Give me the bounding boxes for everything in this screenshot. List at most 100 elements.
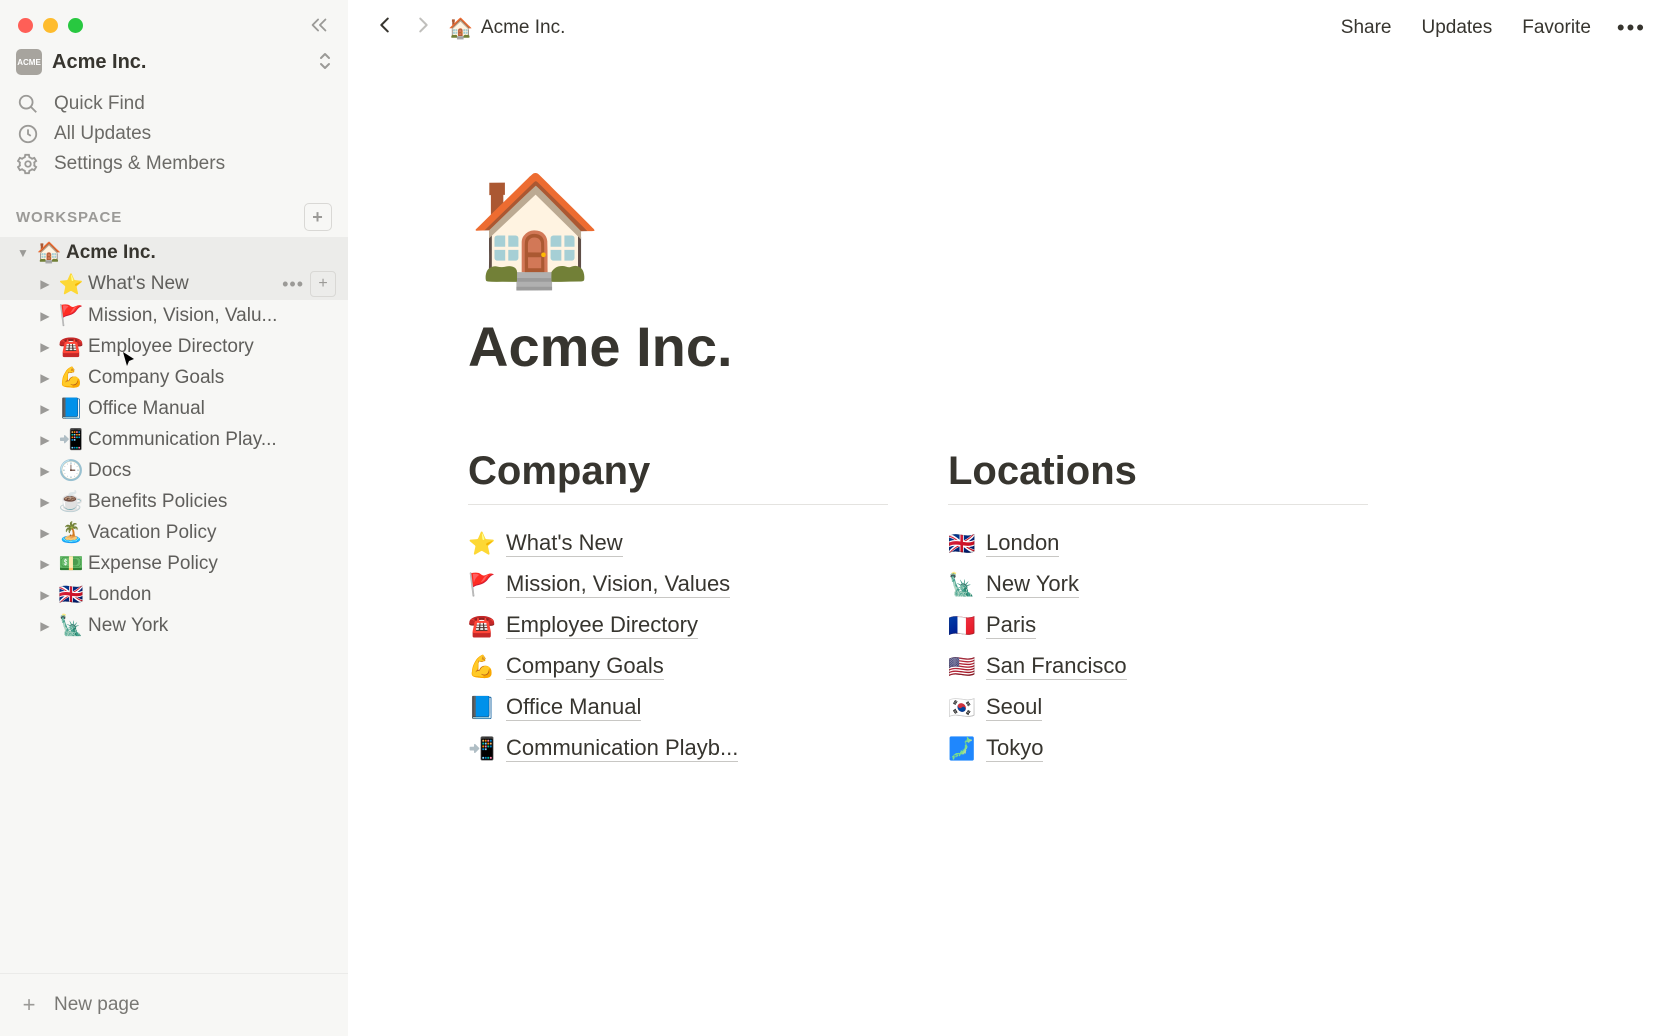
page-emoji-icon: 🇬🇧 bbox=[58, 582, 84, 607]
caret-right-icon[interactable]: ▶ bbox=[36, 588, 54, 602]
sidebar: ACME Acme Inc. Quick Find All Updates Se… bbox=[0, 0, 348, 1036]
caret-right-icon[interactable]: ▶ bbox=[36, 277, 54, 291]
sidebar-item[interactable]: ▶📲Communication Play... bbox=[0, 424, 348, 455]
page-emoji-icon: 📘 bbox=[58, 396, 84, 421]
updates-button[interactable]: Updates bbox=[1411, 13, 1502, 43]
link-emoji-icon: 🚩 bbox=[468, 572, 496, 598]
settings-members-button[interactable]: Settings & Members bbox=[0, 149, 348, 179]
page-emoji-icon: 💵 bbox=[58, 551, 84, 576]
sidebar-item-label: Docs bbox=[88, 460, 336, 482]
link-emoji-icon: 🇬🇧 bbox=[948, 531, 976, 557]
caret-right-icon[interactable]: ▶ bbox=[36, 526, 54, 540]
company-link[interactable]: 📲 Communication Playb... bbox=[468, 728, 888, 769]
row-more-button[interactable]: ••• bbox=[282, 274, 304, 295]
window-traffic-lights bbox=[0, 0, 348, 43]
location-link[interactable]: 🗽New York bbox=[948, 564, 1368, 605]
location-link[interactable]: 🇫🇷Paris bbox=[948, 605, 1368, 646]
sidebar-item-label: London bbox=[88, 584, 336, 606]
link-emoji-icon: 📲 bbox=[468, 736, 496, 762]
company-link[interactable]: 🚩Mission, Vision, Values bbox=[468, 564, 888, 605]
page-emoji-icon: 📲 bbox=[58, 427, 84, 452]
link-label: Employee Directory bbox=[506, 612, 698, 639]
link-emoji-icon: 🗽 bbox=[948, 572, 976, 598]
page-icon[interactable]: 🏠 bbox=[468, 176, 1368, 284]
breadcrumb[interactable]: 🏠 Acme Inc. bbox=[448, 16, 565, 41]
new-page-label: New page bbox=[54, 994, 140, 1016]
close-window-button[interactable] bbox=[18, 18, 33, 33]
sidebar-item[interactable]: ▶⭐What's New•••+ bbox=[0, 268, 348, 300]
caret-down-icon[interactable]: ▼ bbox=[14, 246, 32, 260]
caret-right-icon[interactable]: ▶ bbox=[36, 557, 54, 571]
collapse-sidebar-button[interactable] bbox=[308, 14, 330, 42]
locations-column: Locations 🇬🇧London🗽New York🇫🇷Paris🇺🇸San … bbox=[948, 449, 1368, 769]
forward-button[interactable] bbox=[408, 10, 438, 46]
link-emoji-icon: 📘 bbox=[468, 695, 496, 721]
caret-right-icon[interactable]: ▶ bbox=[36, 371, 54, 385]
sidebar-item-root[interactable]: ▼ 🏠 Acme Inc. bbox=[0, 237, 348, 268]
workspace-badge-icon: ACME bbox=[16, 49, 42, 75]
page-title[interactable]: Acme Inc. bbox=[468, 314, 1368, 379]
page-emoji-icon: ⭐ bbox=[58, 272, 84, 297]
sidebar-item-label: Office Manual bbox=[88, 398, 336, 420]
link-emoji-icon: 💪 bbox=[468, 654, 496, 680]
sidebar-item[interactable]: ▶ 📘Office Manual bbox=[0, 393, 348, 424]
link-label: Company Goals bbox=[506, 653, 664, 680]
location-link[interactable]: 🇰🇷Seoul bbox=[948, 687, 1368, 728]
link-emoji-icon: 🗾 bbox=[948, 736, 976, 762]
company-link[interactable]: 💪 Company Goals bbox=[468, 646, 888, 687]
sidebar-item[interactable]: ▶💵Expense Policy bbox=[0, 548, 348, 579]
quick-find-button[interactable]: Quick Find bbox=[0, 89, 348, 119]
more-menu-button[interactable]: ••• bbox=[1611, 11, 1652, 45]
minimize-window-button[interactable] bbox=[43, 18, 58, 33]
company-heading: Company bbox=[468, 449, 888, 505]
link-label: What's New bbox=[506, 530, 623, 557]
sidebar-item[interactable]: ▶🚩Mission, Vision, Valu... bbox=[0, 300, 348, 331]
page-emoji-icon: 🏠 bbox=[36, 240, 62, 265]
plus-icon: + bbox=[18, 992, 40, 1018]
link-label: Seoul bbox=[986, 694, 1042, 721]
sidebar-item-label: Mission, Vision, Valu... bbox=[88, 305, 336, 327]
company-link[interactable]: 📘Office Manual bbox=[468, 687, 888, 728]
workspace-section-header: WORKSPACE + bbox=[0, 179, 348, 237]
company-link[interactable]: ☎️ Employee Directory bbox=[468, 605, 888, 646]
location-link[interactable]: 🇬🇧London bbox=[948, 523, 1368, 564]
location-link[interactable]: 🗾Tokyo bbox=[948, 728, 1368, 769]
search-icon bbox=[16, 93, 40, 115]
sidebar-item-label: Vacation Policy bbox=[88, 522, 336, 544]
add-page-button[interactable]: + bbox=[304, 203, 332, 231]
page-emoji-icon: 🏝️ bbox=[58, 520, 84, 545]
zoom-window-button[interactable] bbox=[68, 18, 83, 33]
sidebar-item[interactable]: ▶💪Company Goals bbox=[0, 362, 348, 393]
sidebar-item-label: Acme Inc. bbox=[66, 242, 336, 264]
all-updates-button[interactable]: All Updates bbox=[0, 119, 348, 149]
location-link[interactable]: 🇺🇸San Francisco bbox=[948, 646, 1368, 687]
favorite-button[interactable]: Favorite bbox=[1512, 13, 1601, 43]
new-page-button[interactable]: + New page bbox=[0, 973, 348, 1036]
share-button[interactable]: Share bbox=[1331, 13, 1402, 43]
sidebar-item[interactable]: ▶ 🇬🇧London bbox=[0, 579, 348, 610]
link-emoji-icon: ☎️ bbox=[468, 613, 496, 639]
caret-right-icon[interactable]: ▶ bbox=[36, 464, 54, 478]
caret-right-icon[interactable]: ▶ bbox=[36, 309, 54, 323]
company-link[interactable]: ⭐What's New bbox=[468, 523, 888, 564]
sidebar-item[interactable]: ▶☎️Employee Directory bbox=[0, 331, 348, 362]
sidebar-item-label: Employee Directory bbox=[88, 336, 336, 358]
page-emoji-icon: 🕒 bbox=[58, 458, 84, 483]
caret-right-icon[interactable]: ▶ bbox=[36, 340, 54, 354]
quick-find-label: Quick Find bbox=[54, 93, 145, 115]
sidebar-item[interactable]: ▶☕Benefits Policies bbox=[0, 486, 348, 517]
caret-right-icon[interactable]: ▶ bbox=[36, 619, 54, 633]
caret-right-icon[interactable]: ▶ bbox=[36, 402, 54, 416]
workspace-switcher[interactable]: ACME Acme Inc. bbox=[0, 43, 348, 89]
row-add-button[interactable]: + bbox=[310, 271, 336, 297]
sidebar-item-label: Benefits Policies bbox=[88, 491, 336, 513]
workspace-name: Acme Inc. bbox=[52, 51, 308, 74]
row-actions: ••• + bbox=[282, 271, 336, 297]
sidebar-item[interactable]: ▶ 🏝️Vacation Policy bbox=[0, 517, 348, 548]
caret-right-icon[interactable]: ▶ bbox=[36, 495, 54, 509]
back-button[interactable] bbox=[370, 10, 400, 46]
sidebar-item[interactable]: ▶ 🕒Docs bbox=[0, 455, 348, 486]
link-label: Communication Playb... bbox=[506, 735, 738, 762]
caret-right-icon[interactable]: ▶ bbox=[36, 433, 54, 447]
sidebar-item[interactable]: ▶🗽New York bbox=[0, 610, 348, 641]
